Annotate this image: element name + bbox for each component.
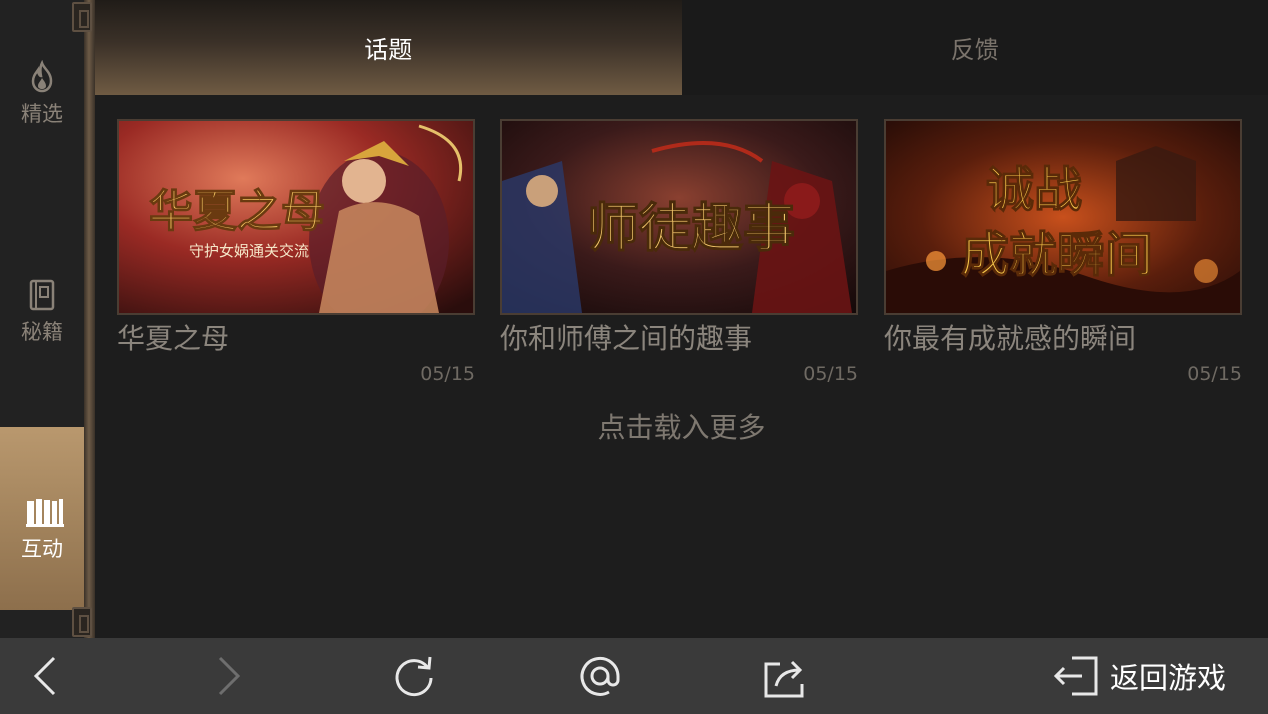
topic-card[interactable]: 华夏之母 守护女娲通关交流 华夏之母 05/15 xyxy=(117,119,475,385)
topic-title[interactable]: 你最有成就感的瞬间 xyxy=(884,317,1242,357)
topic-thumbnail[interactable]: 诚战 成就瞬间 xyxy=(884,119,1242,315)
topic-title[interactable]: 你和师傅之间的趣事 xyxy=(500,317,858,357)
mention-button[interactable] xyxy=(576,652,624,700)
flame-icon xyxy=(25,59,59,94)
rail-cap-top xyxy=(72,2,92,32)
topic-card[interactable]: 诚战 成就瞬间 你最有成就感的瞬间 05/15 xyxy=(884,119,1242,385)
exit-icon xyxy=(1053,656,1098,696)
sidebar-item-interact[interactable]: 互动 xyxy=(0,427,84,610)
forward-button[interactable] xyxy=(212,652,246,700)
tab-bar: 话题 反馈 xyxy=(95,0,1268,95)
back-button[interactable] xyxy=(28,652,62,700)
sidebar-item-featured[interactable]: 精选 xyxy=(0,59,84,160)
load-more-button[interactable]: 点击载入更多 xyxy=(95,406,1268,446)
book-icon xyxy=(25,278,59,312)
tab-topics[interactable]: 话题 xyxy=(95,0,682,95)
topic-date: 05/15 xyxy=(1187,363,1242,385)
sidebar-rail xyxy=(84,0,95,638)
banner-title: 诚战 xyxy=(986,162,1082,218)
share-button[interactable] xyxy=(762,652,810,700)
chevron-right-icon xyxy=(218,656,241,696)
refresh-button[interactable] xyxy=(390,652,438,700)
bottom-toolbar: 返回游戏 xyxy=(0,638,1268,714)
return-to-game-label: 返回游戏 xyxy=(1110,661,1227,695)
sidebar-item-guide[interactable]: 秘籍 xyxy=(0,278,84,378)
refresh-icon xyxy=(395,656,433,697)
banner-title: 华夏之母 xyxy=(149,186,325,237)
topic-thumbnail[interactable]: 师徒趣事 xyxy=(500,119,858,315)
books-icon xyxy=(25,495,64,529)
sidebar: 精选 秘籍 互动 xyxy=(0,0,95,638)
sidebar-item-label: 秘籍 xyxy=(21,320,63,344)
topic-card[interactable]: 师徒趣事 你和师傅之间的趣事 05/15 xyxy=(500,119,858,385)
topic-title[interactable]: 华夏之母 xyxy=(117,317,475,357)
at-icon xyxy=(580,656,620,696)
topic-date: 05/15 xyxy=(803,363,858,385)
tab-feedback[interactable]: 反馈 xyxy=(681,0,1268,95)
share-icon xyxy=(764,660,804,698)
rail-cap-bottom xyxy=(72,607,92,637)
banner-title-line2: 成就瞬间 xyxy=(961,227,1153,283)
topic-date: 05/15 xyxy=(420,363,475,385)
banner-title: 师徒趣事 xyxy=(587,198,795,259)
sidebar-item-label: 精选 xyxy=(21,102,63,126)
chevron-left-icon xyxy=(33,656,56,696)
sidebar-item-label: 互动 xyxy=(21,537,63,561)
banner-subtitle: 守护女娲通关交流 xyxy=(189,242,309,260)
topic-thumbnail[interactable]: 华夏之母 守护女娲通关交流 xyxy=(117,119,475,315)
return-to-game-button[interactable]: 返回游戏 xyxy=(1052,652,1226,700)
